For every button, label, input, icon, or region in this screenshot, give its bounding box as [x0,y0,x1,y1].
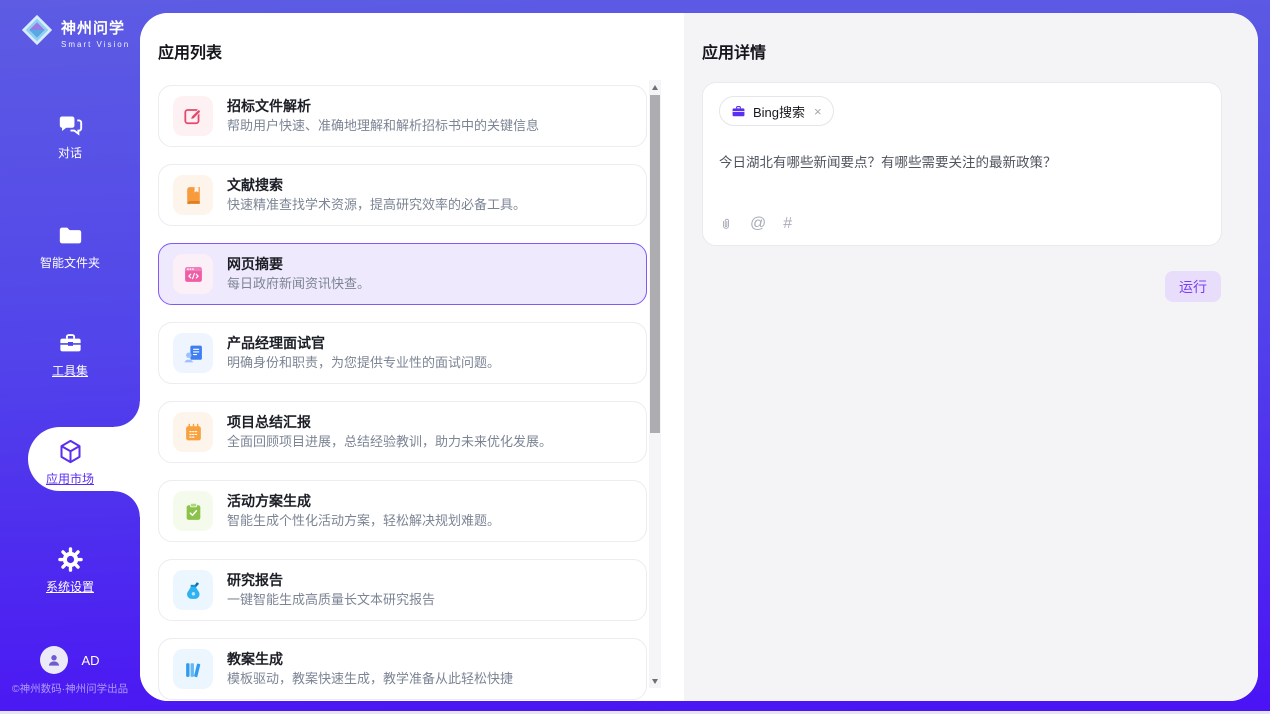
sidebar-item-label: 工具集 [52,364,88,378]
app-card-lesson-plan[interactable]: 教案生成 模板驱动，教案快速生成，教学准备从此轻松快捷 [158,638,647,700]
app-description: 模板驱动，教案快速生成，教学准备从此轻松快捷 [227,671,513,687]
attachment-toolbar: @ # [719,215,792,232]
app-card-research-report[interactable]: 研究报告 一键智能生成高质量长文本研究报告 [158,559,647,621]
app-card-bid-parse[interactable]: 招标文件解析 帮助用户快速、准确地理解和解析招标书中的关键信息 [158,85,647,147]
user-name: AD [81,653,99,668]
app-description: 智能生成个性化活动方案，轻松解决规划难题。 [227,513,500,529]
memo-icon [173,412,213,452]
app-description: 快速精准查找学术资源，提高研究效率的必备工具。 [227,197,526,213]
app-card-webpage-summary[interactable]: 网页摘要 每日政府新闻资讯快查。 [158,243,647,305]
chat-icon [0,112,140,139]
gear-icon [0,546,140,573]
toolbox-icon [0,330,140,357]
tool-tag-label: Bing搜索 [753,102,805,121]
sidebar-item-smart-folder[interactable]: 智能文件夹 [0,222,140,272]
edit-square-icon [173,96,213,136]
book-icon [173,175,213,215]
user-profile[interactable]: AD [0,646,140,674]
app-description: 帮助用户快速、准确地理解和解析招标书中的关键信息 [227,118,539,134]
app-name: 项目总结汇报 [227,414,552,432]
app-name: 网页摘要 [227,256,370,274]
app-name: 文献搜索 [227,177,526,195]
at-icon[interactable]: @ [750,216,766,232]
logo-subtitle: Smart Vision [61,40,130,49]
diamond-logo-icon [20,13,54,52]
app-card-pm-interviewer[interactable]: 产品经理面试官 明确身份和职责，为您提供专业性的面试问题。 [158,322,647,384]
app-name: 研究报告 [227,572,435,590]
app-list-panel: 应用列表 招标文件解析 帮助用户快速、准确地理解和解析招标书中的关键信息 [140,13,684,701]
hash-icon[interactable]: # [783,216,792,232]
folder-icon [0,222,140,249]
webpage-code-icon [173,254,213,294]
books-icon [173,649,213,689]
sidebar-item-label: 系统设置 [46,580,94,594]
cube-icon [0,438,140,465]
app-name: 招标文件解析 [227,98,539,116]
app-name: 活动方案生成 [227,493,500,511]
app-description: 一键智能生成高质量长文本研究报告 [227,592,435,608]
app-detail-panel: 应用详情 Bing搜索 × 今日湖北有哪些新闻要点？有哪些需要关注的最新政策？ [684,13,1258,701]
tool-tag-bing-search[interactable]: Bing搜索 × [719,96,834,126]
copyright-text: ©神州数码·神州问学出品 [0,681,140,696]
avatar-person-icon [40,646,68,674]
close-icon[interactable]: × [814,104,822,119]
app-list-title: 应用列表 [158,39,222,63]
app-list-scrollbar[interactable] [649,80,661,688]
paperclip-icon[interactable] [719,215,733,232]
briefcase-icon [731,104,746,119]
app-name: 教案生成 [227,651,513,669]
app-description: 明确身份和职责，为您提供专业性的面试问题。 [227,355,500,371]
sidebar-item-app-market[interactable]: 应用市场 [0,438,140,488]
ink-bottle-icon [173,570,213,610]
sidebar: 神州问学 Smart Vision 对话 智能文件夹 [0,0,140,714]
sidebar-item-label: 应用市场 [46,472,94,486]
app-card-literature-search[interactable]: 文献搜索 快速精准查找学术资源，提高研究效率的必备工具。 [158,164,647,226]
scrollbar-down-arrow[interactable] [649,674,661,688]
sidebar-item-label: 对话 [58,146,82,160]
run-button[interactable]: 运行 [1165,271,1221,302]
sidebar-item-toolset[interactable]: 工具集 [0,330,140,380]
logo-title: 神州问学 [61,17,130,38]
app-list: 招标文件解析 帮助用户快速、准确地理解和解析招标书中的关键信息 文献搜索 快速精… [158,85,647,701]
sidebar-item-label: 智能文件夹 [40,256,100,270]
sidebar-item-settings[interactable]: 系统设置 [0,546,140,596]
app-description: 每日政府新闻资讯快查。 [227,276,370,292]
scrollbar-up-arrow[interactable] [649,80,661,94]
clipboard-check-icon [173,491,213,531]
app-card-event-plan[interactable]: 活动方案生成 智能生成个性化活动方案，轻松解决规划难题。 [158,480,647,542]
scrollbar-thumb[interactable] [650,95,660,433]
main-panel: 应用列表 招标文件解析 帮助用户快速、准确地理解和解析招标书中的关键信息 [140,13,1258,701]
app-detail-title: 应用详情 [702,39,766,63]
app-description: 全面回顾项目进展，总结经验教训，助力未来优化发展。 [227,434,552,450]
sidebar-item-chat[interactable]: 对话 [0,112,140,162]
query-input[interactable]: 今日湖北有哪些新闻要点？有哪些需要关注的最新政策？ [719,151,1205,171]
interviewer-icon [173,333,213,373]
app-card-project-summary[interactable]: 项目总结汇报 全面回顾项目进展，总结经验教训，助力未来优化发展。 [158,401,647,463]
app-name: 产品经理面试官 [227,335,500,353]
app-logo: 神州问学 Smart Vision [20,13,130,52]
query-card: Bing搜索 × 今日湖北有哪些新闻要点？有哪些需要关注的最新政策？ @ # [702,82,1222,246]
